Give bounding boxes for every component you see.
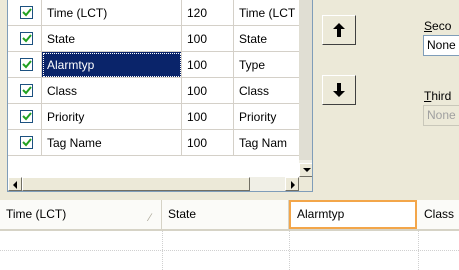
third-sort-label-text: hird — [431, 89, 452, 103]
column-name[interactable]: Class — [42, 78, 182, 104]
column-name[interactable]: Tag Name — [42, 130, 182, 156]
second-sort-value: None — [427, 38, 456, 52]
list-row[interactable]: Priority 100 Priority — [8, 104, 299, 130]
checkbox-cell[interactable] — [8, 52, 42, 78]
chevron-down-icon — [303, 168, 311, 172]
arrow-up-icon — [333, 23, 345, 37]
list-row[interactable]: Class 100 Class — [8, 78, 299, 104]
grid-column-divider — [289, 231, 290, 270]
grid-header-class[interactable]: Class — [418, 200, 459, 229]
list-row[interactable]: State 100 State — [8, 26, 299, 52]
checkbox-cell[interactable] — [8, 0, 42, 26]
column-name[interactable]: State — [42, 26, 182, 52]
column-title[interactable]: Type — [234, 52, 299, 78]
checkbox[interactable] — [20, 6, 33, 19]
checkbox[interactable] — [20, 110, 33, 123]
column-width[interactable]: 100 — [182, 52, 234, 78]
second-sort-label-text: eco — [432, 19, 452, 33]
column-width[interactable]: 100 — [182, 26, 234, 52]
column-name[interactable]: Alarmtyp — [42, 52, 182, 78]
list-row-selected[interactable]: Alarmtyp 100 Type — [8, 52, 299, 78]
grid-header-label: Alarmtyp — [297, 207, 345, 221]
chevron-right-icon — [291, 181, 295, 189]
grid-header-label: Class — [424, 207, 455, 221]
move-up-button[interactable] — [322, 15, 356, 45]
chevron-left-icon — [13, 181, 17, 189]
column-name[interactable]: Priority — [42, 104, 182, 130]
column-width[interactable]: 100 — [182, 78, 234, 104]
column-title[interactable]: Time (LCT — [234, 0, 299, 26]
checkbox-cell[interactable] — [8, 26, 42, 52]
column-title[interactable]: Priority — [234, 104, 299, 130]
checkbox-cell[interactable] — [8, 78, 42, 104]
scroll-down-button[interactable] — [299, 163, 312, 177]
grid-header-alarmtyp[interactable]: Alarmtyp — [289, 200, 417, 229]
checkbox[interactable] — [20, 58, 33, 71]
second-sort-label: Seco — [424, 19, 451, 33]
sort-ascending-icon: ∕ — [149, 212, 151, 224]
checkbox[interactable] — [20, 32, 33, 45]
list-row[interactable]: Tag Name 100 Tag Nam — [8, 130, 299, 156]
checkbox[interactable] — [20, 84, 33, 97]
grid-header: Time (LCT) ∕ State Alarmtyp Class — [0, 200, 459, 231]
move-down-button[interactable] — [322, 75, 356, 105]
arrow-down-icon — [333, 83, 345, 97]
grid-column-divider — [418, 231, 419, 270]
grid-header-state[interactable]: State — [162, 200, 289, 229]
column-width[interactable]: 100 — [182, 104, 234, 130]
scroll-left-button[interactable] — [8, 177, 22, 191]
scroll-corner — [299, 177, 312, 191]
third-sort-value: None — [427, 108, 456, 122]
third-sort-select[interactable]: None — [423, 105, 459, 126]
column-width[interactable]: 100 — [182, 130, 234, 156]
horizontal-scroll-thumb[interactable] — [22, 177, 250, 191]
third-sort-label: Third — [424, 89, 451, 103]
checkbox-cell[interactable] — [8, 104, 42, 130]
scroll-right-button[interactable] — [285, 177, 299, 191]
grid-column-divider — [162, 231, 163, 270]
grid-header-time[interactable]: Time (LCT) ∕ — [0, 200, 162, 229]
grid-header-label: Time (LCT) — [6, 207, 67, 221]
column-width[interactable]: 120 — [182, 0, 234, 26]
column-title[interactable]: State — [234, 26, 299, 52]
checkbox-cell[interactable] — [8, 130, 42, 156]
checkbox[interactable] — [20, 136, 33, 149]
list-row[interactable]: Time (LCT) 120 Time (LCT — [8, 0, 299, 26]
grid-header-label: State — [168, 207, 197, 221]
second-sort-select[interactable]: None — [423, 35, 459, 56]
column-name[interactable]: Time (LCT) — [42, 0, 182, 26]
column-title[interactable]: Class — [234, 78, 299, 104]
grid-row-divider — [0, 250, 459, 251]
second-sort-label-mnemonic: S — [424, 19, 433, 33]
column-list[interactable]: Time (LCT) 120 Time (LCT State 100 State… — [7, 0, 313, 192]
column-title[interactable]: Tag Nam — [234, 130, 299, 156]
vertical-scroll-thumb[interactable] — [299, 0, 312, 160]
preview-grid[interactable]: Time (LCT) ∕ State Alarmtyp Class — [0, 200, 459, 270]
